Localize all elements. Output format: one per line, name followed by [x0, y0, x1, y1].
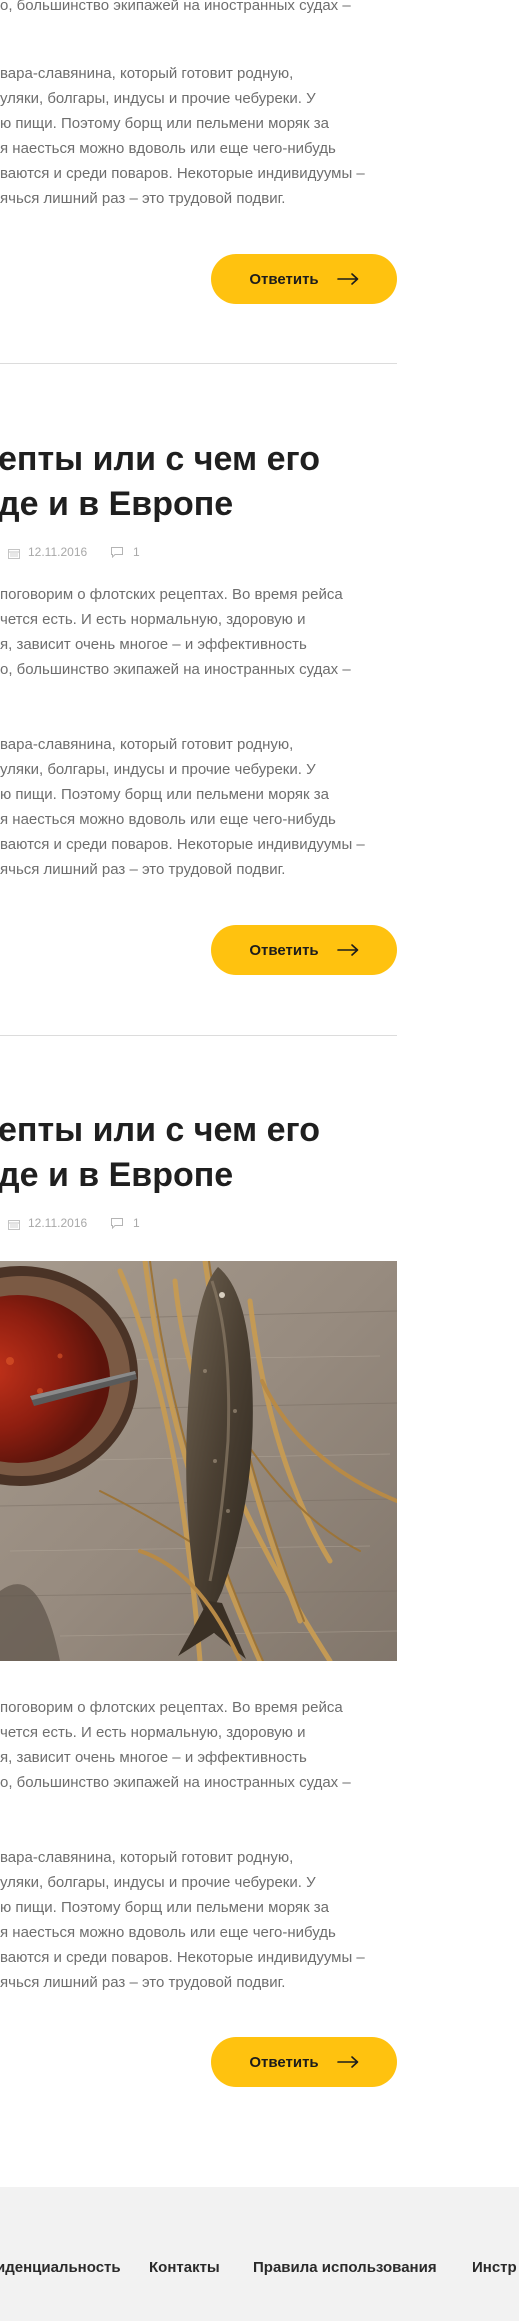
text-line: о, большинство экипажей на иностранных с… — [0, 1774, 351, 1791]
text-line: я наесться можно вдоволь или еще чего-ни… — [0, 1924, 336, 1941]
text-line: чется есть. И есть нормальную, здоровую … — [0, 1724, 306, 1741]
reply-button[interactable]: Ответить — [211, 254, 397, 304]
text-line: уляки, болгары, индусы и прочие чебуреки… — [0, 761, 316, 778]
text-line: я наесться можно вдоволь или еще чего-ни… — [0, 140, 336, 157]
reply-button[interactable]: Ответить — [211, 925, 397, 975]
footer-link-privacy[interactable]: иденциальность — [0, 2259, 121, 2276]
title-line: епты или с чем его — [0, 1111, 320, 1149]
text-line: ваются и среди поваров. Некоторые индиви… — [0, 1949, 365, 1966]
text-line: вара-славянина, который готовит родную, — [0, 736, 294, 753]
footer-link-instructions[interactable]: Инстр — [472, 2259, 517, 2276]
text-line: я наесться можно вдоволь или еще чего-ни… — [0, 811, 336, 828]
post-2-paragraph-1: поговорим о флотских рецептах. Во время … — [0, 582, 400, 682]
food-photo — [0, 1261, 397, 1661]
text-line: о, большинство экипажей на иностранных с… — [0, 0, 351, 14]
calendar-icon — [8, 549, 20, 559]
comment-count: 1 — [133, 1216, 140, 1230]
text-line: поговорим о флотских рецептах. Во время … — [0, 1699, 343, 1716]
text-line: уляки, болгары, индусы и прочие чебуреки… — [0, 1874, 316, 1891]
footer-link-contacts[interactable]: Контакты — [149, 2259, 220, 2276]
text-line: ваются и среди поваров. Некоторые индиви… — [0, 836, 365, 853]
post-divider — [0, 1035, 397, 1036]
reply-button[interactable]: Ответить — [211, 2037, 397, 2087]
footer: иденциальность Контакты Правила использо… — [0, 2187, 519, 2321]
post-date: 12.11.2016 — [28, 1216, 88, 1230]
post-3-paragraph-2: вара-славянина, который готовит родную, … — [0, 1845, 400, 1995]
comment-count: 1 — [133, 545, 140, 559]
text-line: ваются и среди поваров. Некоторые индиви… — [0, 165, 365, 182]
comment-icon — [111, 547, 123, 558]
text-line: ячься лишний раз – это трудовой подвиг. — [0, 190, 286, 207]
text-line: ячься лишний раз – это трудовой подвиг. — [0, 1974, 286, 1991]
text-line: вара-славянина, который готовит родную, — [0, 65, 294, 82]
comment-icon — [111, 1218, 123, 1229]
post-1-paragraph-1: о, большинство экипажей на иностранных с… — [0, 0, 400, 18]
text-line: ячься лишний раз – это трудовой подвиг. — [0, 861, 286, 878]
text-line: поговорим о флотских рецептах. Во время … — [0, 586, 343, 603]
post-date: 12.11.2016 — [28, 545, 88, 559]
reply-button-label: Ответить — [249, 2053, 319, 2071]
post-1-paragraph-2: вара-славянина, который готовит родную, … — [0, 61, 400, 211]
text-line: вара-славянина, который готовит родную, — [0, 1849, 294, 1866]
calendar-icon — [8, 1220, 20, 1230]
text-line: уляки, болгары, индусы и прочие чебуреки… — [0, 90, 316, 107]
title-line: епты или с чем его — [0, 440, 320, 478]
footer-link-terms[interactable]: Правила использования — [253, 2259, 437, 2276]
arrow-right-icon — [336, 944, 358, 956]
text-line: чется есть. И есть нормальную, здоровую … — [0, 611, 306, 628]
text-line: я, зависит очень многое – и эффективност… — [0, 1749, 307, 1766]
post-2-paragraph-2: вара-славянина, который готовит родную, … — [0, 732, 400, 882]
post-title[interactable]: епты или с чем его де и в Европе — [0, 1108, 320, 1198]
arrow-right-icon — [336, 2056, 358, 2068]
text-line: о, большинство экипажей на иностранных с… — [0, 661, 351, 678]
post-image[interactable] — [0, 1261, 397, 1661]
title-line: де и в Европе — [0, 485, 234, 523]
reply-button-label: Ответить — [249, 941, 319, 959]
post-3-paragraph-1: поговорим о флотских рецептах. Во время … — [0, 1695, 400, 1795]
post-title[interactable]: епты или с чем его де и в Европе — [0, 437, 320, 527]
title-line: де и в Европе — [0, 1156, 234, 1194]
text-line: ю пищи. Поэтому борщ или пельмени моряк … — [0, 115, 329, 132]
text-line: ю пищи. Поэтому борщ или пельмени моряк … — [0, 786, 329, 803]
reply-button-label: Ответить — [249, 270, 319, 288]
text-line: я, зависит очень многое – и эффективност… — [0, 636, 307, 653]
arrow-right-icon — [336, 273, 358, 285]
post-divider — [0, 363, 397, 364]
text-line: ю пищи. Поэтому борщ или пельмени моряк … — [0, 1899, 329, 1916]
page: о, большинство экипажей на иностранных с… — [0, 0, 519, 2321]
